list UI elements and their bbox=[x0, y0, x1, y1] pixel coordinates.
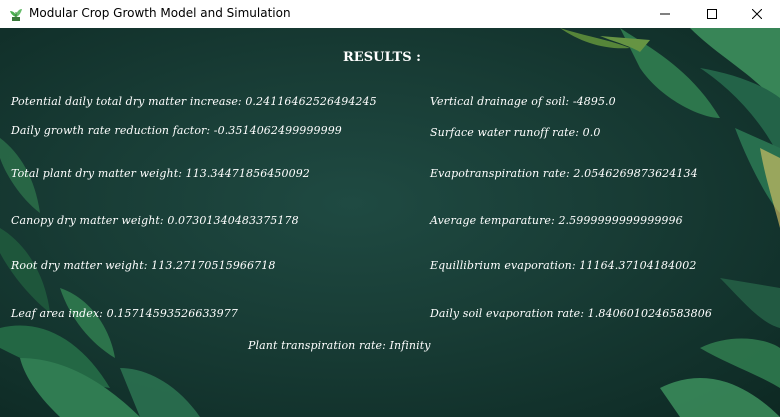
growth-rate-reduction-factor: Daily growth rate reduction factor: -0.3… bbox=[11, 124, 342, 137]
app-window: Modular Crop Growth Model and Simulation bbox=[0, 0, 780, 417]
maximize-button[interactable] bbox=[689, 0, 735, 28]
average-temperature: Average temparature: 2.5999999999999996 bbox=[430, 214, 683, 227]
maximize-icon bbox=[707, 9, 717, 19]
title-bar[interactable]: Modular Crop Growth Model and Simulation bbox=[0, 0, 780, 28]
vertical-drainage: Vertical drainage of soil: -4895.0 bbox=[430, 95, 616, 108]
minimize-icon bbox=[660, 13, 670, 15]
close-button[interactable] bbox=[734, 0, 780, 28]
plant-icon bbox=[8, 6, 24, 22]
plant-transpiration-rate: Plant transpiration rate: Infinity bbox=[248, 339, 431, 352]
potential-dry-matter-increase: Potential daily total dry matter increas… bbox=[11, 95, 377, 108]
equilibrium-evaporation: Equillibrium evaporation: 11164.37104184… bbox=[430, 259, 697, 272]
leaf-area-index: Leaf area index: 0.15714593526633977 bbox=[11, 307, 238, 320]
surface-water-runoff: Surface water runoff rate: 0.0 bbox=[430, 126, 601, 139]
close-icon bbox=[752, 9, 762, 19]
results-panel: RESULTS : Potential daily total dry matt… bbox=[0, 28, 780, 417]
evapotranspiration-rate: Evapotranspiration rate: 2.0546269873624… bbox=[430, 167, 698, 180]
canopy-dry-matter-weight: Canopy dry matter weight: 0.073013404833… bbox=[11, 214, 299, 227]
daily-soil-evaporation-rate: Daily soil evaporation rate: 1.840601024… bbox=[430, 307, 712, 320]
results-heading: RESULTS : bbox=[343, 50, 421, 65]
total-plant-dry-matter-weight: Total plant dry matter weight: 113.34471… bbox=[11, 167, 310, 180]
window-title: Modular Crop Growth Model and Simulation bbox=[29, 6, 291, 20]
root-dry-matter-weight: Root dry matter weight: 113.271705159667… bbox=[11, 259, 276, 272]
minimize-button[interactable] bbox=[642, 0, 688, 28]
